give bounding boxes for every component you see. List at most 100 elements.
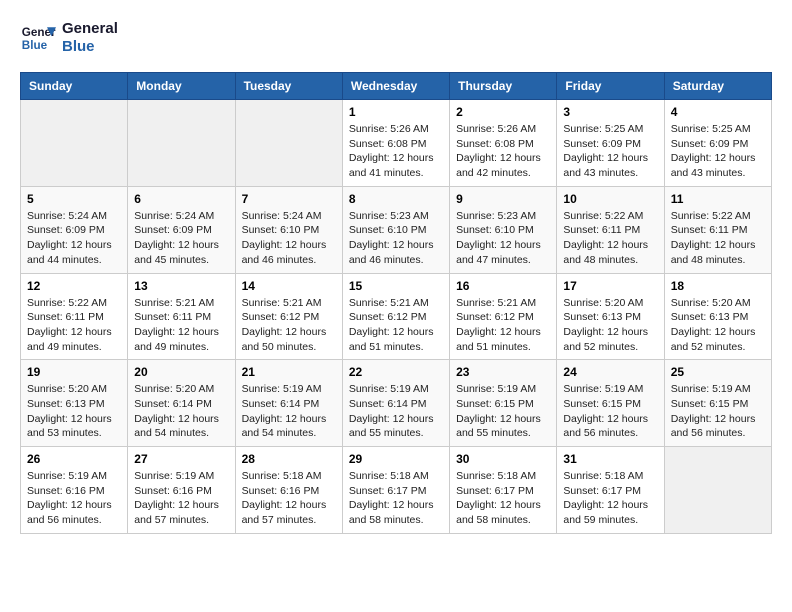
day-cell: 16 Sunrise: 5:21 AMSunset: 6:12 PMDaylig… bbox=[450, 273, 557, 360]
day-number: 8 bbox=[349, 192, 443, 206]
column-header-thursday: Thursday bbox=[450, 73, 557, 100]
day-cell: 13 Sunrise: 5:21 AMSunset: 6:11 PMDaylig… bbox=[128, 273, 235, 360]
day-number: 20 bbox=[134, 365, 228, 379]
day-info: Sunrise: 5:21 AMSunset: 6:12 PMDaylight:… bbox=[349, 296, 443, 355]
day-cell bbox=[128, 100, 235, 187]
day-cell: 31 Sunrise: 5:18 AMSunset: 6:17 PMDaylig… bbox=[557, 447, 664, 534]
header-row: SundayMondayTuesdayWednesdayThursdayFrid… bbox=[21, 73, 772, 100]
day-cell: 15 Sunrise: 5:21 AMSunset: 6:12 PMDaylig… bbox=[342, 273, 449, 360]
day-number: 29 bbox=[349, 452, 443, 466]
day-cell bbox=[664, 447, 771, 534]
day-number: 13 bbox=[134, 279, 228, 293]
column-header-sunday: Sunday bbox=[21, 73, 128, 100]
day-cell: 11 Sunrise: 5:22 AMSunset: 6:11 PMDaylig… bbox=[664, 186, 771, 273]
day-info: Sunrise: 5:21 AMSunset: 6:12 PMDaylight:… bbox=[242, 296, 336, 355]
day-info: Sunrise: 5:22 AMSunset: 6:11 PMDaylight:… bbox=[563, 209, 657, 268]
day-number: 22 bbox=[349, 365, 443, 379]
day-info: Sunrise: 5:24 AMSunset: 6:10 PMDaylight:… bbox=[242, 209, 336, 268]
day-info: Sunrise: 5:18 AMSunset: 6:16 PMDaylight:… bbox=[242, 469, 336, 528]
week-row-2: 5 Sunrise: 5:24 AMSunset: 6:09 PMDayligh… bbox=[21, 186, 772, 273]
day-cell: 4 Sunrise: 5:25 AMSunset: 6:09 PMDayligh… bbox=[664, 100, 771, 187]
svg-text:Blue: Blue bbox=[22, 39, 48, 52]
day-cell: 25 Sunrise: 5:19 AMSunset: 6:15 PMDaylig… bbox=[664, 360, 771, 447]
day-info: Sunrise: 5:19 AMSunset: 6:15 PMDaylight:… bbox=[456, 382, 550, 441]
day-info: Sunrise: 5:20 AMSunset: 6:13 PMDaylight:… bbox=[27, 382, 121, 441]
day-info: Sunrise: 5:26 AMSunset: 6:08 PMDaylight:… bbox=[349, 122, 443, 181]
day-info: Sunrise: 5:21 AMSunset: 6:11 PMDaylight:… bbox=[134, 296, 228, 355]
day-number: 19 bbox=[27, 365, 121, 379]
calendar-table: SundayMondayTuesdayWednesdayThursdayFrid… bbox=[20, 72, 772, 534]
day-info: Sunrise: 5:20 AMSunset: 6:14 PMDaylight:… bbox=[134, 382, 228, 441]
day-cell bbox=[235, 100, 342, 187]
day-cell: 8 Sunrise: 5:23 AMSunset: 6:10 PMDayligh… bbox=[342, 186, 449, 273]
day-number: 7 bbox=[242, 192, 336, 206]
day-number: 31 bbox=[563, 452, 657, 466]
day-number: 15 bbox=[349, 279, 443, 293]
day-number: 3 bbox=[563, 105, 657, 119]
day-info: Sunrise: 5:19 AMSunset: 6:15 PMDaylight:… bbox=[563, 382, 657, 441]
day-info: Sunrise: 5:20 AMSunset: 6:13 PMDaylight:… bbox=[563, 296, 657, 355]
logo-icon: General Blue bbox=[20, 20, 56, 56]
day-cell: 18 Sunrise: 5:20 AMSunset: 6:13 PMDaylig… bbox=[664, 273, 771, 360]
day-info: Sunrise: 5:25 AMSunset: 6:09 PMDaylight:… bbox=[563, 122, 657, 181]
day-number: 21 bbox=[242, 365, 336, 379]
day-info: Sunrise: 5:18 AMSunset: 6:17 PMDaylight:… bbox=[456, 469, 550, 528]
day-number: 25 bbox=[671, 365, 765, 379]
day-info: Sunrise: 5:19 AMSunset: 6:14 PMDaylight:… bbox=[349, 382, 443, 441]
day-number: 10 bbox=[563, 192, 657, 206]
day-cell: 29 Sunrise: 5:18 AMSunset: 6:17 PMDaylig… bbox=[342, 447, 449, 534]
column-header-friday: Friday bbox=[557, 73, 664, 100]
day-number: 23 bbox=[456, 365, 550, 379]
day-info: Sunrise: 5:19 AMSunset: 6:14 PMDaylight:… bbox=[242, 382, 336, 441]
day-info: Sunrise: 5:21 AMSunset: 6:12 PMDaylight:… bbox=[456, 296, 550, 355]
day-info: Sunrise: 5:25 AMSunset: 6:09 PMDaylight:… bbox=[671, 122, 765, 181]
day-cell: 21 Sunrise: 5:19 AMSunset: 6:14 PMDaylig… bbox=[235, 360, 342, 447]
day-info: Sunrise: 5:18 AMSunset: 6:17 PMDaylight:… bbox=[349, 469, 443, 528]
column-header-saturday: Saturday bbox=[664, 73, 771, 100]
day-info: Sunrise: 5:20 AMSunset: 6:13 PMDaylight:… bbox=[671, 296, 765, 355]
day-cell: 30 Sunrise: 5:18 AMSunset: 6:17 PMDaylig… bbox=[450, 447, 557, 534]
column-header-wednesday: Wednesday bbox=[342, 73, 449, 100]
day-cell: 3 Sunrise: 5:25 AMSunset: 6:09 PMDayligh… bbox=[557, 100, 664, 187]
day-cell: 22 Sunrise: 5:19 AMSunset: 6:14 PMDaylig… bbox=[342, 360, 449, 447]
day-cell: 14 Sunrise: 5:21 AMSunset: 6:12 PMDaylig… bbox=[235, 273, 342, 360]
day-cell: 19 Sunrise: 5:20 AMSunset: 6:13 PMDaylig… bbox=[21, 360, 128, 447]
day-cell bbox=[21, 100, 128, 187]
week-row-4: 19 Sunrise: 5:20 AMSunset: 6:13 PMDaylig… bbox=[21, 360, 772, 447]
day-number: 16 bbox=[456, 279, 550, 293]
column-header-monday: Monday bbox=[128, 73, 235, 100]
day-number: 11 bbox=[671, 192, 765, 206]
day-info: Sunrise: 5:23 AMSunset: 6:10 PMDaylight:… bbox=[349, 209, 443, 268]
day-number: 2 bbox=[456, 105, 550, 119]
page-header: General Blue GeneralBlue bbox=[20, 20, 772, 56]
day-number: 26 bbox=[27, 452, 121, 466]
day-info: Sunrise: 5:24 AMSunset: 6:09 PMDaylight:… bbox=[134, 209, 228, 268]
day-cell: 9 Sunrise: 5:23 AMSunset: 6:10 PMDayligh… bbox=[450, 186, 557, 273]
day-number: 4 bbox=[671, 105, 765, 119]
day-cell: 5 Sunrise: 5:24 AMSunset: 6:09 PMDayligh… bbox=[21, 186, 128, 273]
day-info: Sunrise: 5:18 AMSunset: 6:17 PMDaylight:… bbox=[563, 469, 657, 528]
day-cell: 10 Sunrise: 5:22 AMSunset: 6:11 PMDaylig… bbox=[557, 186, 664, 273]
day-number: 9 bbox=[456, 192, 550, 206]
day-number: 1 bbox=[349, 105, 443, 119]
day-number: 30 bbox=[456, 452, 550, 466]
day-cell: 23 Sunrise: 5:19 AMSunset: 6:15 PMDaylig… bbox=[450, 360, 557, 447]
day-info: Sunrise: 5:22 AMSunset: 6:11 PMDaylight:… bbox=[671, 209, 765, 268]
day-number: 5 bbox=[27, 192, 121, 206]
day-cell: 2 Sunrise: 5:26 AMSunset: 6:08 PMDayligh… bbox=[450, 100, 557, 187]
day-cell: 7 Sunrise: 5:24 AMSunset: 6:10 PMDayligh… bbox=[235, 186, 342, 273]
logo: General Blue GeneralBlue bbox=[20, 20, 118, 56]
day-cell: 6 Sunrise: 5:24 AMSunset: 6:09 PMDayligh… bbox=[128, 186, 235, 273]
day-number: 12 bbox=[27, 279, 121, 293]
day-number: 24 bbox=[563, 365, 657, 379]
day-number: 27 bbox=[134, 452, 228, 466]
day-info: Sunrise: 5:19 AMSunset: 6:16 PMDaylight:… bbox=[27, 469, 121, 528]
day-number: 28 bbox=[242, 452, 336, 466]
day-number: 17 bbox=[563, 279, 657, 293]
column-header-tuesday: Tuesday bbox=[235, 73, 342, 100]
day-number: 18 bbox=[671, 279, 765, 293]
day-cell: 1 Sunrise: 5:26 AMSunset: 6:08 PMDayligh… bbox=[342, 100, 449, 187]
day-info: Sunrise: 5:24 AMSunset: 6:09 PMDaylight:… bbox=[27, 209, 121, 268]
day-cell: 26 Sunrise: 5:19 AMSunset: 6:16 PMDaylig… bbox=[21, 447, 128, 534]
day-info: Sunrise: 5:22 AMSunset: 6:11 PMDaylight:… bbox=[27, 296, 121, 355]
